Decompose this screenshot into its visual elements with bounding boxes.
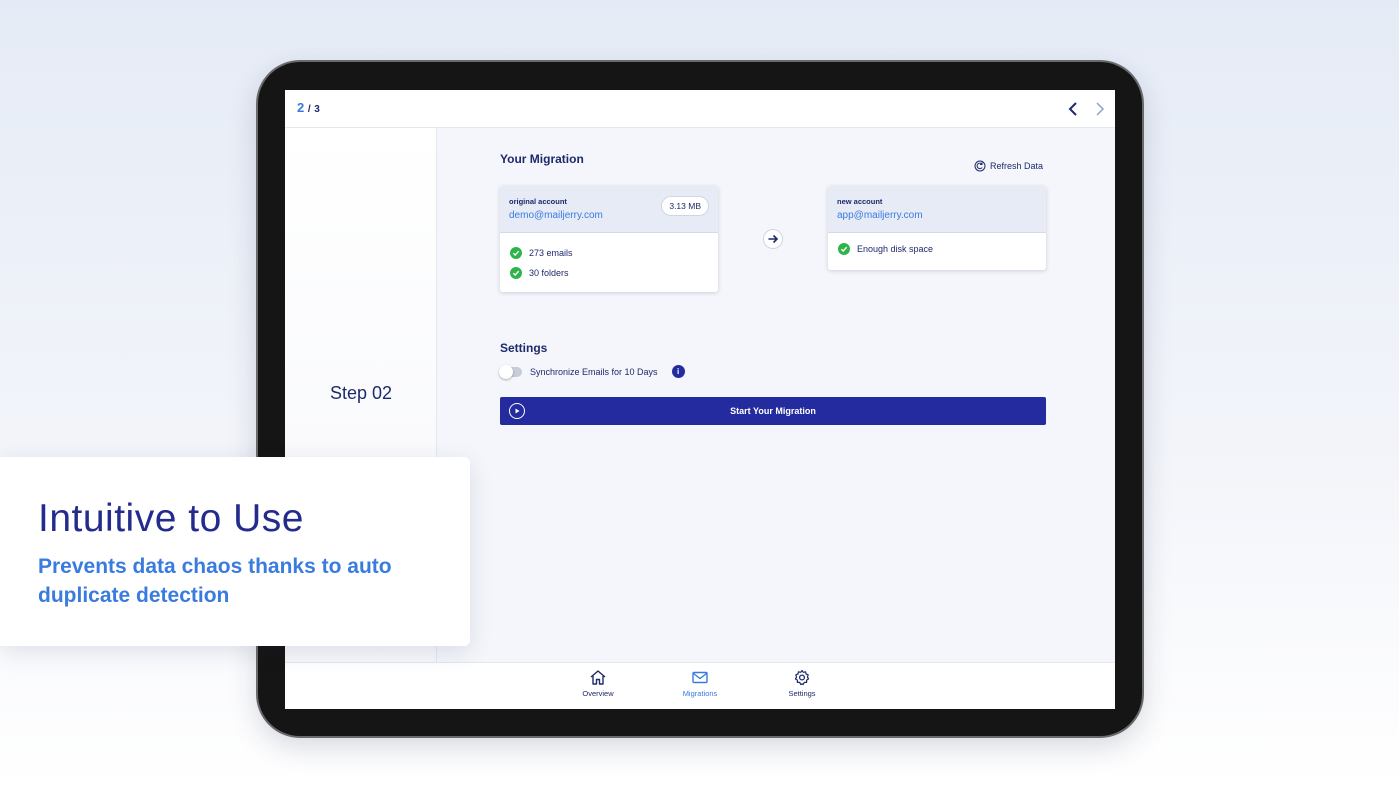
disk-space-status: Enough disk space [857,244,934,254]
info-icon[interactable]: i [671,365,685,378]
new-account-label: new account [837,197,883,206]
step-label: Step 02 [329,383,393,403]
check-icon [510,247,522,259]
tab-overview[interactable]: Overview [568,669,628,698]
tab-migrations[interactable]: Migrations [670,669,730,698]
gear-icon [794,669,810,686]
new-account-header: new account app@mailjerry.com [828,186,1046,233]
refresh-label: Refresh Data [990,161,1044,171]
start-migration-button[interactable]: Start Your Migration [500,397,1046,425]
original-account-header: original account demo@mailjerry.com 3.13… [500,186,718,233]
next-page-button[interactable] [1090,99,1110,119]
original-account-card: original account demo@mailjerry.com 3.13… [500,186,718,292]
top-bar: 2 / 3 [285,90,1115,128]
toggle-knob [499,364,513,379]
check-row: 273 emails [510,243,708,263]
play-icon [509,403,525,419]
check-row: 30 folders [510,263,708,283]
promo-title: Intuitive to Use [38,497,304,540]
migration-direction [763,229,783,249]
refresh-icon [974,160,986,172]
page-current: 2 [297,100,305,115]
check-icon [838,243,850,255]
sync-toggle[interactable] [499,364,522,379]
home-icon [590,670,606,685]
sync-setting: Synchronize Emails for 10 Days i [499,364,685,379]
check-row: Enough disk space [838,239,1036,259]
check-icon [510,267,522,279]
chevron-left-icon [1068,102,1077,116]
tab-overview-label: Overview [582,689,614,698]
emails-count: 273 emails [529,248,573,258]
refresh-data-button[interactable]: Refresh Data [974,160,1043,172]
page-total: 3 [314,104,320,115]
chevron-right-icon [1096,102,1105,116]
tab-settings[interactable]: Settings [772,669,832,698]
new-account-card: new account app@mailjerry.com Enough dis… [828,186,1046,270]
tab-migrations-label: Migrations [682,689,718,698]
promo-subtitle: Prevents data chaos thanks to auto dupli… [38,555,392,607]
arrow-right-icon [768,234,779,244]
sync-label: Synchronize Emails for 10 Days [530,366,658,377]
page-separator: / [307,104,311,115]
settings-heading: Settings [500,341,548,355]
promo-card: Intuitive to Use Prevents data chaos tha… [0,457,470,646]
tab-settings-label: Settings [788,689,816,698]
new-account-email: app@mailjerry.com [837,210,923,221]
mail-icon [692,671,708,684]
migration-heading: Your Migration [500,152,584,166]
start-migration-label: Start Your Migration [730,406,816,416]
page-indicator: 2 / 3 [297,100,320,115]
size-badge: 3.13 MB [661,196,709,216]
new-account-checks: Enough disk space [828,233,1046,269]
previous-page-button[interactable] [1063,99,1083,119]
bottom-nav: Overview Migrations Settings [285,662,1115,709]
original-account-checks: 273 emails 30 folders [500,233,718,292]
folders-count: 30 folders [529,268,569,278]
